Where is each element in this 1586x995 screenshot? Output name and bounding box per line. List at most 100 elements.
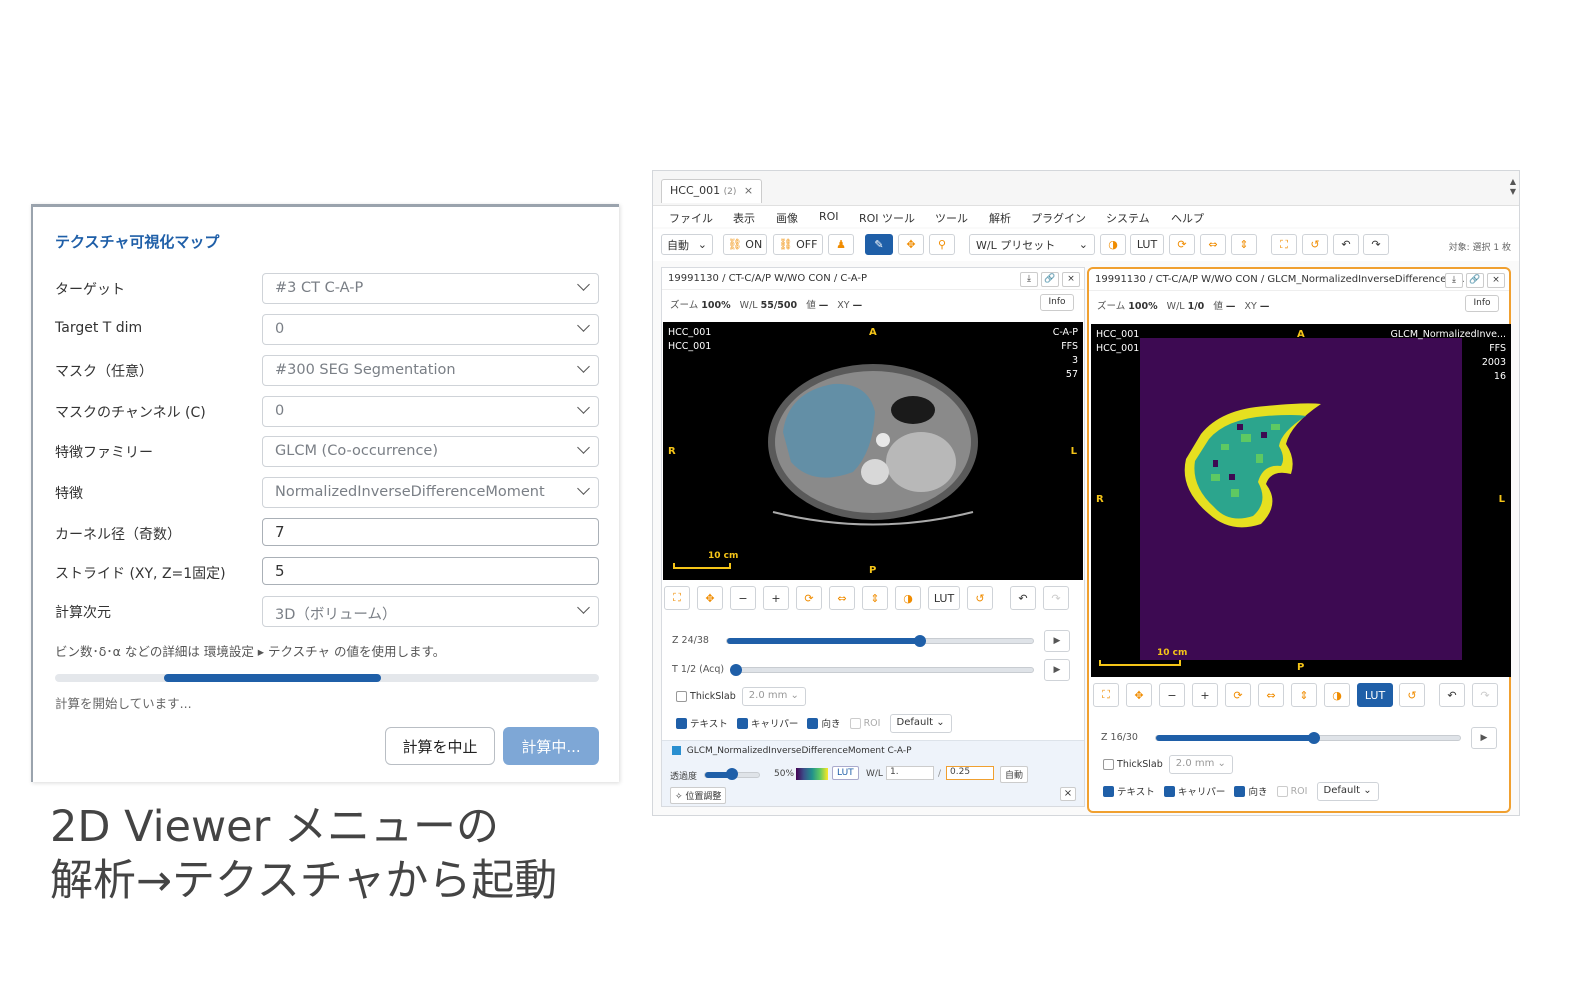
stride-input[interactable]: 5 [262,557,599,585]
contrast-button[interactable]: ◑ [1324,683,1350,707]
stop-button[interactable]: 計算を中止 [385,727,495,765]
menu-roi-tools[interactable]: ROI ツール [859,210,915,226]
thickslab-select[interactable]: 2.0 mm ⌄ [1168,754,1233,774]
z-slider-knob[interactable] [1308,732,1321,744]
thickslab-checkbox[interactable] [1103,758,1114,770]
link-on-button[interactable]: ⛓ ON [723,234,767,255]
rotate-button[interactable]: ⟳ [1225,683,1251,707]
preset-select[interactable]: Default ⌄ [1316,781,1379,801]
auto-button[interactable]: 自動 [1000,766,1029,783]
orient-checkbox[interactable] [807,717,819,729]
menu-system[interactable]: システム [1106,210,1150,226]
dimension-select[interactable]: 3D（ボリューム） [262,596,599,627]
fit-button[interactable]: ⛶ [1093,683,1119,707]
menu-plugins[interactable]: プラグイン [1031,210,1086,226]
rotate-button[interactable]: ⟳ [796,586,822,610]
mask-select[interactable]: #300 SEG Segmentation [262,355,599,386]
link-off-button[interactable]: ⛓ OFF [773,234,823,255]
preset-select[interactable]: Default ⌄ [889,713,952,733]
undo-button[interactable]: ↶ [1010,586,1036,610]
thickslab-select[interactable]: 2.0 mm ⌄ [741,686,806,706]
tab-scroll-icon[interactable]: ▲ ▼ [1510,177,1516,197]
pan-button[interactable]: ✥ [697,586,723,610]
level-input[interactable]: 0.25 [946,766,994,780]
tab-close-icon[interactable]: × [744,184,753,197]
ct-image-view[interactable]: HCC_001 HCC_001 C-A-P FFS 3 57 A P R L 10 cm [663,322,1083,580]
zoom-button[interactable]: ⚲ [929,234,955,255]
caliper-checkbox[interactable] [736,717,748,729]
overlay-close-button[interactable]: × [1060,787,1076,801]
menu-analysis[interactable]: 解析 [989,210,1011,226]
link-icon[interactable]: 🔗 [1466,273,1484,288]
z-play-button[interactable]: ▶ [1044,630,1070,652]
kernel-input[interactable]: 7 [262,518,599,546]
fit-button[interactable]: ⛶ [664,586,690,610]
flip-h-button[interactable]: ⇔ [1258,683,1284,707]
reset-button[interactable]: ↺ [1399,683,1425,707]
lut-button[interactable]: LUT [1357,683,1393,707]
flip-h-button[interactable]: ⇔ [1200,234,1226,255]
menu-roi[interactable]: ROI [819,210,839,223]
zoom-in-button[interactable]: + [1192,683,1218,707]
opacity-slider-knob[interactable] [726,768,738,780]
pan-button[interactable]: ✥ [898,234,924,255]
rotate-button[interactable]: ⟳ [1169,234,1195,255]
flip-v-button[interactable]: ⇕ [862,586,888,610]
contrast-button[interactable]: ◑ [1100,234,1126,255]
redo-button[interactable]: ↷ [1472,683,1498,707]
adjust-position-button[interactable]: ✧ 位置調整 [670,787,727,804]
close-icon[interactable]: × [1487,273,1505,288]
lut-button[interactable]: LUT [1130,234,1164,255]
flip-v-button[interactable]: ⇕ [1291,683,1317,707]
text-checkbox[interactable] [1103,785,1114,797]
link-icon[interactable]: 🔗 [1041,272,1059,287]
zoom-in-button[interactable]: + [763,586,789,610]
text-checkbox[interactable] [676,717,687,729]
lut-button[interactable]: LUT [928,586,960,610]
reset-button[interactable]: ↺ [1302,234,1328,255]
roi-checkbox[interactable] [1276,785,1288,797]
redo-button[interactable]: ↷ [1363,234,1389,255]
fit-button[interactable]: ⛶ [1271,234,1297,255]
feature-select[interactable]: NormalizedInverseDifferenceMoment [262,477,599,508]
z-slider-knob[interactable] [914,635,927,647]
tab-hcc001[interactable]: HCC_001 (2) × [661,179,763,203]
z-slider[interactable] [726,638,1034,644]
menu-help[interactable]: ヘルプ [1171,210,1204,226]
feature-family-select[interactable]: GLCM (Co-occurrence) [262,436,599,467]
z-play-button[interactable]: ▶ [1471,727,1497,749]
undo-button[interactable]: ↶ [1333,234,1359,255]
window-input[interactable]: 1. [886,766,934,780]
menu-image[interactable]: 画像 [776,210,798,226]
overlay-lut-button[interactable]: LUT [832,766,859,780]
download-icon[interactable]: ⤓ [1020,272,1038,287]
wl-preset-select[interactable]: W/L プリセット ⌄ [969,234,1095,255]
contrast-button[interactable]: ◑ [895,586,921,610]
t-slider-knob[interactable] [730,664,742,676]
t-slider[interactable] [736,667,1034,673]
zoom-out-button[interactable]: − [1159,683,1185,707]
person-button[interactable]: ♟ [828,234,854,255]
menu-tools[interactable]: ツール [935,210,968,226]
flip-v-button[interactable]: ⇕ [1231,234,1257,255]
roi-checkbox[interactable] [849,717,861,729]
pan-button[interactable]: ✥ [1126,683,1152,707]
texture-map-view[interactable]: HCC_001 HCC_001 GLCM_NormalizedInve... FFS… [1091,324,1511,677]
pen-button[interactable]: ✎ [865,234,893,255]
orient-checkbox[interactable] [1234,785,1246,797]
info-button[interactable]: Info [1040,294,1074,311]
menu-view[interactable]: 表示 [733,210,755,226]
target-select[interactable]: #3 CT C-A-P [262,273,599,304]
redo-button[interactable]: ↷ [1043,586,1069,610]
t-play-button[interactable]: ▶ [1044,659,1070,681]
flip-h-button[interactable]: ⇔ [829,586,855,610]
mode-select[interactable]: 自動 ⌄ [661,234,713,255]
run-button[interactable]: 計算中... [503,727,599,765]
close-icon[interactable]: × [1062,272,1080,287]
download-icon[interactable]: ⤓ [1445,273,1463,288]
info-button[interactable]: Info [1465,295,1499,312]
undo-button[interactable]: ↶ [1439,683,1465,707]
reset-button[interactable]: ↺ [967,586,993,610]
menu-file[interactable]: ファイル [669,210,713,226]
mask-channel-select[interactable]: 0 [262,396,599,427]
